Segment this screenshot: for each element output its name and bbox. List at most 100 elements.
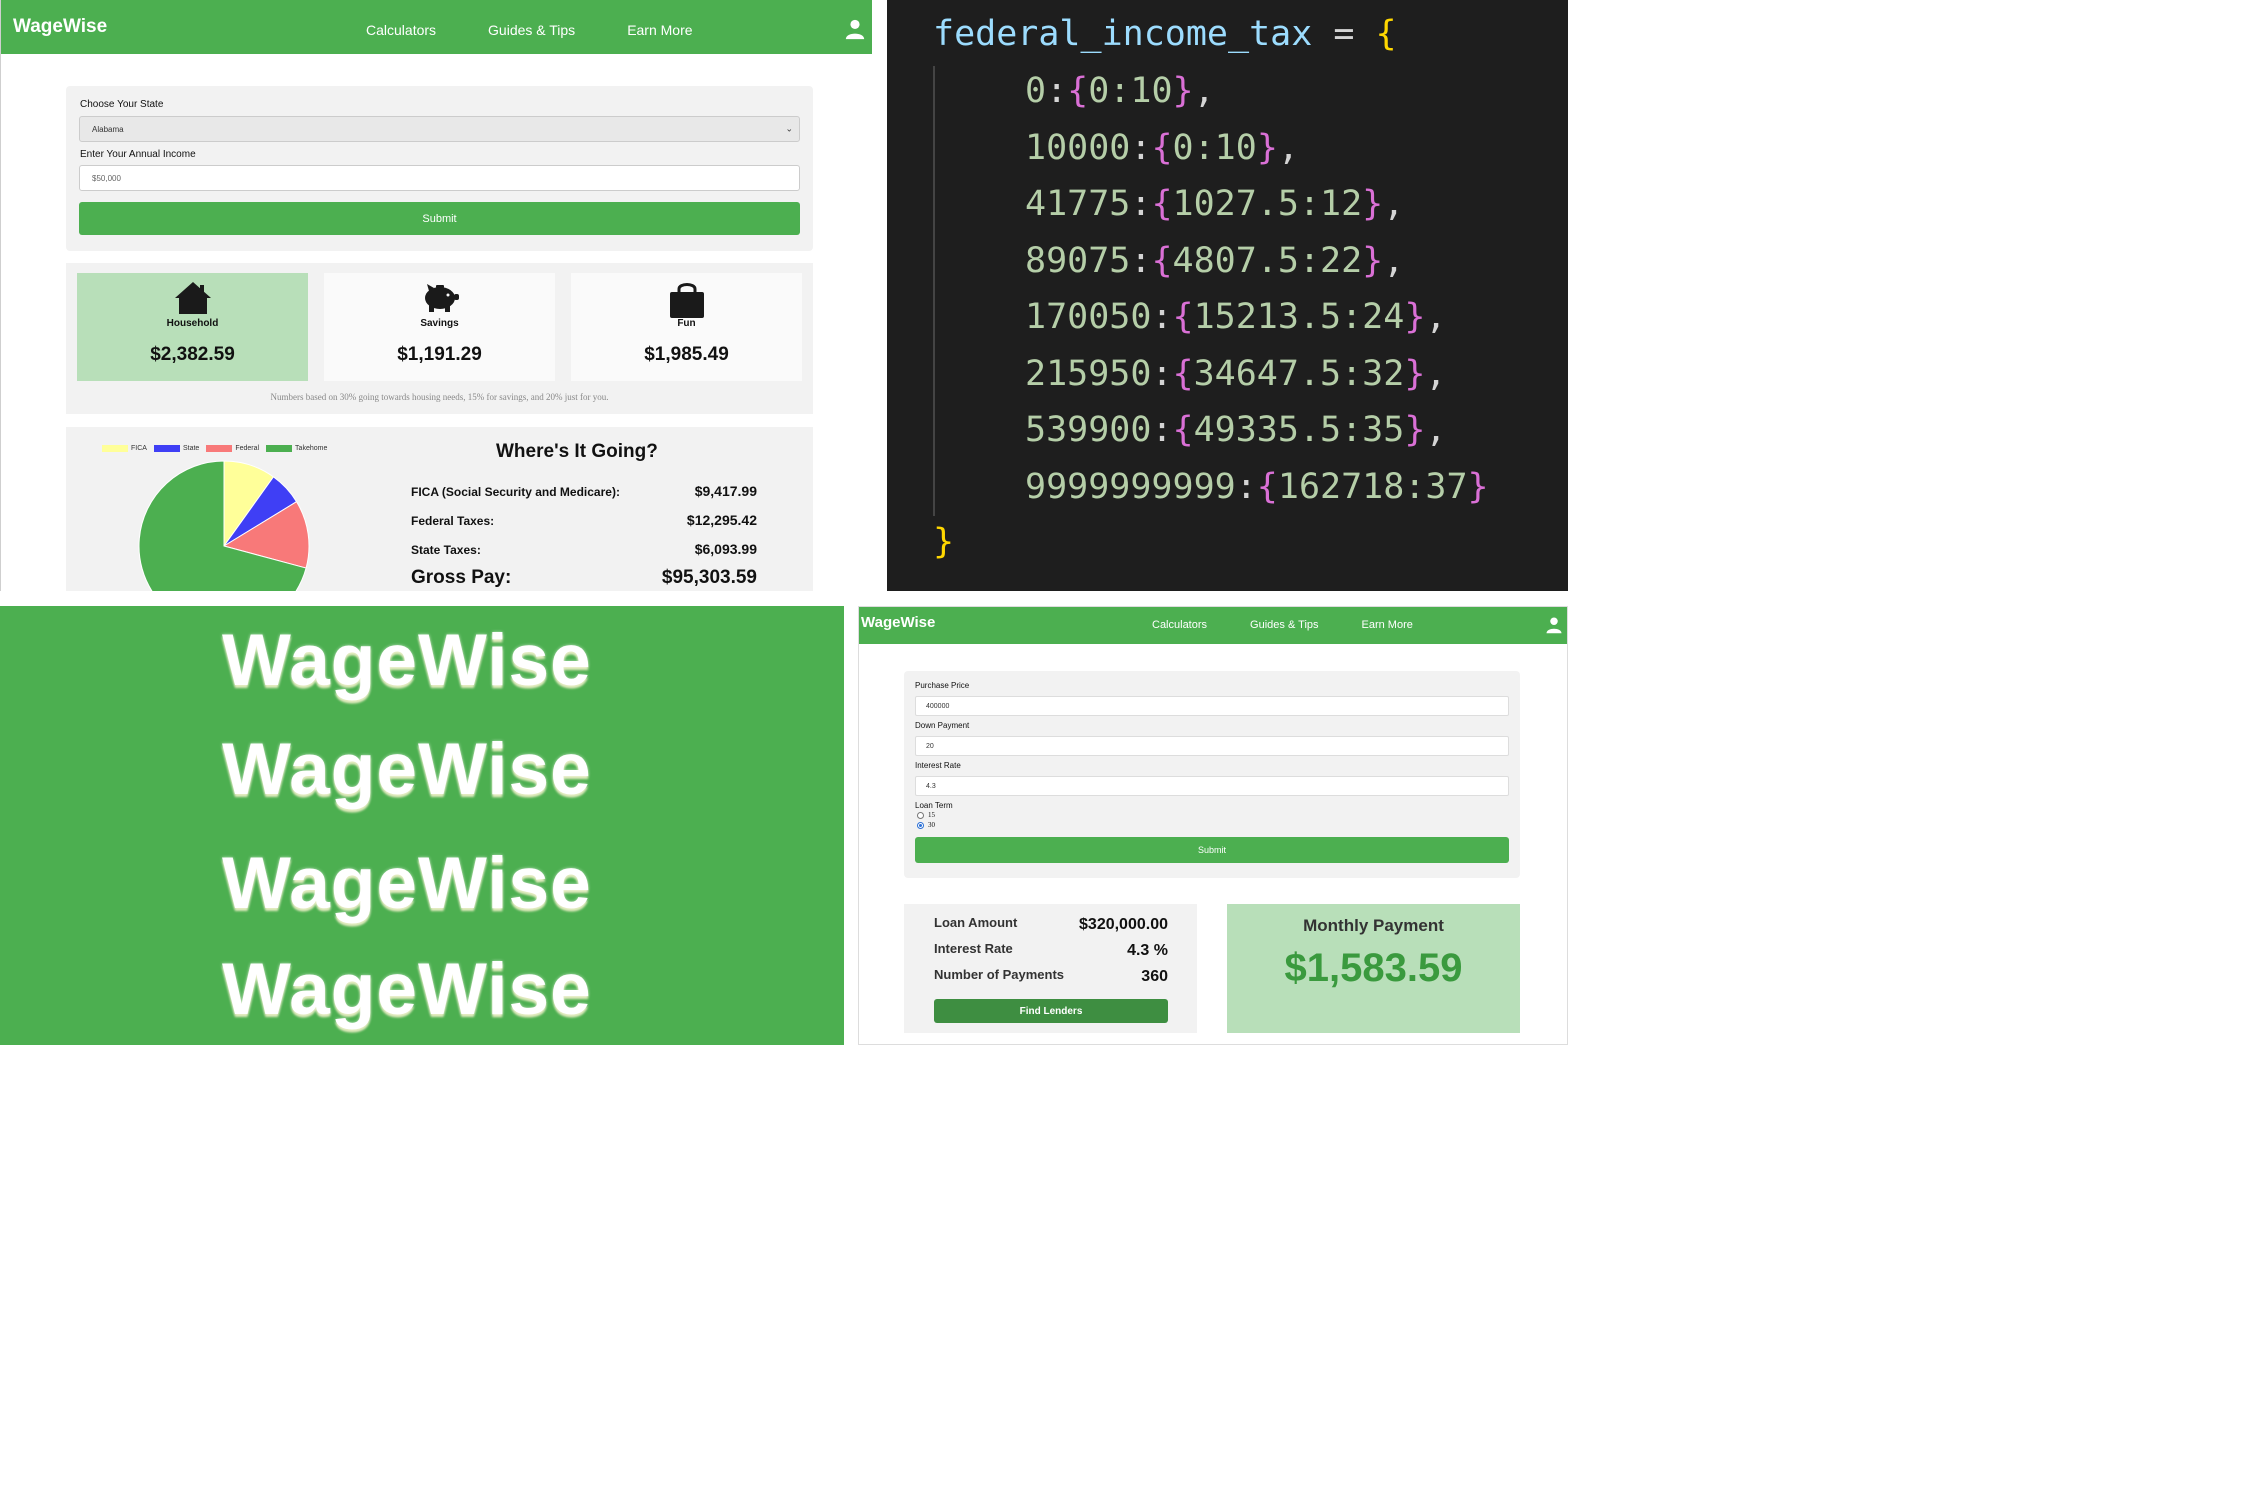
code-inner-value: 1027.5:12: [1172, 184, 1363, 224]
nav-calculators[interactable]: Calculators: [1152, 619, 1207, 631]
code-key: 10000: [1025, 127, 1131, 168]
pie-chart: [138, 460, 310, 591]
code-inner-open-brace: {: [1067, 71, 1089, 111]
nav-guides-tips[interactable]: Guides & Tips: [1250, 619, 1318, 631]
loan-term-15[interactable]: 15: [917, 811, 935, 819]
code-assign: =: [1312, 14, 1376, 54]
budget-name: Fun: [677, 318, 696, 329]
nav-calculators[interactable]: Calculators: [366, 22, 436, 38]
code-var-name: federal_income_tax: [933, 14, 1313, 54]
down-payment-label: Down Payment: [915, 721, 970, 730]
logo-panel: WageWise WageWise WageWise WageWise: [0, 606, 844, 1045]
wagewise-logo: WageWise: [222, 620, 592, 701]
user-icon[interactable]: [1545, 616, 1563, 639]
code-key: 89075: [1025, 240, 1131, 281]
code-editor-panel: federal_income_tax = { 0:{0:10}, 10000:{0…: [887, 0, 1568, 591]
indent-guide: [933, 66, 935, 516]
income-input[interactable]: $50,000: [79, 165, 800, 191]
code-inner-value: 49335.5:35: [1193, 410, 1405, 450]
budget-card-savings[interactable]: Savings $1,191.29: [324, 273, 555, 381]
state-select-value: Alabama: [92, 124, 124, 134]
code-inner-value: 34647.5:32: [1193, 353, 1405, 394]
budget-breakdown: Household $2,382.59 Savings $1,191.29 Fu…: [66, 263, 813, 414]
state-label: Choose Your State: [80, 99, 164, 110]
budget-card-fun[interactable]: Fun $1,985.49: [571, 273, 802, 381]
code-inner-close-brace: }: [1467, 466, 1489, 507]
code-line-entry: 215950:{34647.5:32},: [1025, 354, 1446, 394]
code-colon: :: [1151, 353, 1173, 394]
submit-button[interactable]: Submit: [79, 202, 800, 235]
code-colon: :: [1151, 297, 1173, 337]
nav-guides-tips[interactable]: Guides & Tips: [488, 22, 575, 38]
loan-summary: Loan Amount $320,000.00 Interest Rate 4.…: [904, 904, 1197, 1033]
where-going-title: Where's It Going?: [496, 441, 658, 462]
budget-value: $1,191.29: [397, 344, 482, 365]
top-nav: WageWise Calculators Guides & Tips Earn …: [1, 0, 872, 54]
loan-amount-value: $320,000.00: [1079, 916, 1168, 933]
nav-links: Calculators Guides & Tips Earn More: [1152, 619, 1456, 631]
interest-rate-summary-value: 4.3 %: [1127, 942, 1168, 959]
legend-item-federal[interactable]: Federal: [206, 445, 259, 452]
mortgage-calculator-panel: WageWise Calculators Guides & Tips Earn …: [858, 606, 1568, 1045]
brand-logo[interactable]: WageWise: [13, 16, 107, 38]
legend-item-state[interactable]: State: [153, 445, 200, 452]
legend-swatch: [153, 445, 180, 452]
radio-button[interactable]: [917, 811, 924, 819]
code-inner-value: 15213.5:24: [1193, 297, 1405, 337]
interest-rate-summary-label: Interest Rate: [934, 941, 1013, 956]
wagewise-logo: WageWise: [222, 843, 592, 924]
code-inner-value: 162718:37: [1277, 466, 1468, 507]
code-key: 41775: [1025, 184, 1131, 224]
code-inner-close-brace: }: [1362, 240, 1384, 281]
code-colon: :: [1151, 410, 1173, 450]
purchase-price-input[interactable]: 400000: [915, 696, 1509, 716]
chevron-down-icon: ⌄: [785, 123, 793, 134]
budget-value: $2,382.59: [150, 344, 235, 365]
interest-rate-input[interactable]: 4.3: [915, 776, 1509, 796]
code-inner-open-brace: {: [1172, 410, 1194, 450]
submit-button[interactable]: Submit: [915, 837, 1509, 863]
house-icon: [174, 281, 212, 320]
down-payment-input[interactable]: 20: [915, 736, 1509, 756]
state-taxes-label: State Taxes:: [411, 543, 481, 557]
legend-label: State: [182, 445, 200, 452]
code-line-declaration: federal_income_tax = {: [933, 14, 1397, 54]
budget-value: $1,985.49: [644, 344, 729, 365]
code-line-entry: 10000:{0:10},: [1025, 128, 1299, 168]
brand-logo[interactable]: WageWise: [861, 614, 935, 631]
legend-item-takehome[interactable]: Takehome: [266, 445, 327, 452]
find-lenders-button[interactable]: Find Lenders: [934, 999, 1168, 1023]
budget-card-household[interactable]: Household $2,382.59: [77, 273, 308, 381]
user-icon[interactable]: [844, 18, 866, 45]
radio-button-selected[interactable]: [917, 821, 924, 829]
monthly-payment-title: Monthly Payment: [1303, 916, 1444, 935]
code-comma: ,: [1425, 410, 1447, 450]
loan-term-option-label: 15: [928, 811, 935, 819]
legend-label: FICA: [131, 445, 147, 452]
code-colon: :: [1046, 71, 1068, 111]
code-inner-value: 0:10: [1088, 71, 1173, 111]
fica-value: $9,417.99: [694, 483, 757, 499]
code-inner-open-brace: {: [1151, 184, 1173, 224]
nav-earn-more[interactable]: Earn More: [1362, 619, 1413, 631]
chart-legend: FICA State Federal Takehome: [102, 445, 334, 452]
legend-item-fica[interactable]: FICA: [102, 445, 147, 452]
wagewise-logo: WageWise: [222, 729, 592, 810]
budget-name: Savings: [420, 318, 459, 329]
code-colon: :: [1130, 240, 1152, 281]
code-inner-close-brace: }: [1404, 353, 1426, 394]
nav-earn-more[interactable]: Earn More: [627, 22, 692, 38]
legend-swatch: [206, 445, 233, 452]
income-label: Enter Your Annual Income: [80, 149, 196, 160]
state-select[interactable]: Alabama ⌄: [79, 116, 800, 142]
code-key: 215950: [1025, 353, 1152, 394]
code-colon: :: [1130, 184, 1152, 224]
legend-label: Takehome: [295, 445, 328, 452]
loan-term-30[interactable]: 30: [917, 821, 935, 829]
code-open-brace: {: [1375, 14, 1397, 54]
code-inner-open-brace: {: [1151, 240, 1173, 281]
code-inner-open-brace: {: [1172, 353, 1194, 394]
code-inner-value: 0:10: [1172, 127, 1257, 168]
federal-value: $12,295.42: [686, 512, 757, 528]
income-form: Choose Your State Alabama ⌄ Enter Your A…: [66, 86, 813, 251]
